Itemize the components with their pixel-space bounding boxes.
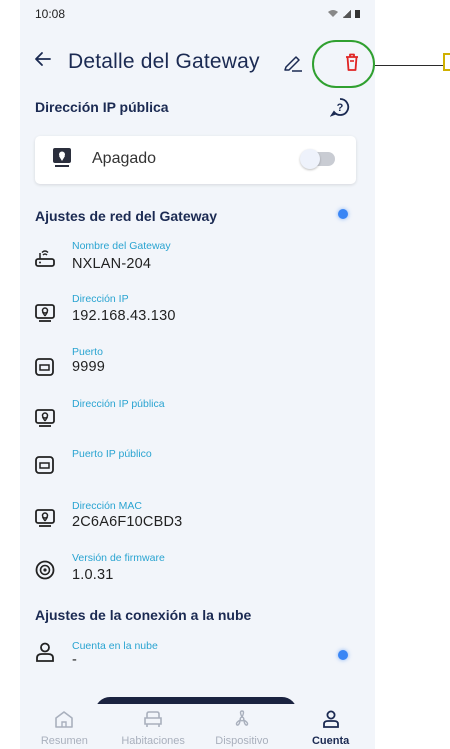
location-monitor-icon	[34, 507, 56, 529]
field-mac-address: Dirección MAC 2C6A6F10CBD3	[20, 498, 375, 548]
field-firmware-version: Versión de firmware 1.0.31	[20, 550, 375, 600]
user-icon	[34, 641, 56, 663]
tab-dispositivo[interactable]: Dispositivo	[198, 704, 287, 749]
tab-resumen[interactable]: Resumen	[20, 704, 109, 749]
field-label: Dirección IP	[72, 293, 129, 305]
phone-screen: 10:08 Detalle del Gateway Dirección IP p…	[20, 0, 375, 749]
network-section-title: Ajustes de red del Gateway	[35, 208, 218, 224]
field-gateway-name: Nombre del Gateway NXLAN-204	[20, 236, 375, 286]
field-public-ip: Dirección IP pública	[20, 396, 375, 446]
tab-label: Cuenta	[311, 735, 350, 747]
field-label: Cuenta en la nube	[72, 640, 158, 652]
status-icons	[328, 9, 360, 20]
location-monitor-icon	[34, 302, 56, 324]
port-icon	[34, 356, 56, 378]
public-ip-toggle[interactable]	[300, 149, 335, 169]
field-label: Puerto	[72, 346, 103, 358]
field-value: 1.0.31	[72, 567, 114, 583]
callout-line	[375, 65, 443, 66]
bottom-nav: Resumen Habitaciones Dispositivo Cuenta	[20, 704, 375, 749]
field-port: Puerto 9999	[20, 343, 375, 393]
field-value: 192.168.43.130	[72, 308, 176, 324]
location-monitor-icon	[52, 147, 72, 171]
cloud-section-title: Ajustes de la conexión a la nube	[35, 607, 252, 623]
public-ip-toggle-card: Apagado	[35, 136, 356, 184]
field-public-port: Puerto IP público	[20, 448, 375, 498]
field-value: 9999	[72, 359, 106, 375]
status-time: 10:08	[35, 7, 66, 21]
port-icon	[34, 454, 56, 476]
field-label: Versión de firmware	[72, 552, 165, 564]
page-title: Detalle del Gateway	[68, 50, 260, 73]
status-bar: 10:08	[20, 0, 375, 28]
edit-icon[interactable]	[282, 51, 304, 73]
location-monitor-icon	[34, 407, 56, 429]
tab-cuenta[interactable]: Cuenta	[286, 704, 375, 749]
help-icon[interactable]: ?	[329, 97, 350, 117]
tab-label: Dispositivo	[215, 735, 269, 747]
field-value: 2C6A6F10CBD3	[72, 514, 183, 530]
field-label: Dirección MAC	[72, 500, 143, 512]
router-icon	[34, 248, 56, 270]
field-cloud-account: Cuenta en la nube -	[20, 636, 375, 686]
wifi-icon	[328, 9, 338, 20]
home-icon	[54, 710, 74, 728]
battery-icon	[355, 10, 360, 18]
tab-label: Habitaciones	[121, 735, 185, 747]
cloud-status-dot	[338, 650, 348, 660]
field-ip-address: Dirección IP 192.168.43.130	[20, 290, 375, 340]
signal-icon	[342, 10, 351, 18]
public-ip-status-label: Apagado	[92, 150, 157, 167]
user-icon	[321, 710, 341, 728]
back-arrow-icon[interactable]	[33, 48, 57, 76]
field-label: Dirección IP pública	[72, 398, 165, 410]
tab-label: Resumen	[40, 735, 88, 747]
delete-highlight-circle	[312, 40, 375, 88]
toggle-knob	[300, 149, 320, 169]
public-ip-section-title: Dirección IP pública	[35, 99, 169, 115]
field-label: Nombre del Gateway	[72, 240, 171, 252]
svg-text:?: ?	[337, 102, 344, 114]
callout-bracket	[443, 53, 450, 71]
field-value: NXLAN-204	[72, 256, 152, 272]
field-label: Puerto IP público	[72, 448, 152, 460]
field-value: -	[72, 652, 78, 668]
fan-icon	[232, 710, 252, 728]
tab-habitaciones[interactable]: Habitaciones	[109, 704, 198, 749]
firmware-icon	[34, 559, 56, 581]
sofa-icon	[143, 710, 163, 728]
network-status-dot	[338, 209, 348, 219]
